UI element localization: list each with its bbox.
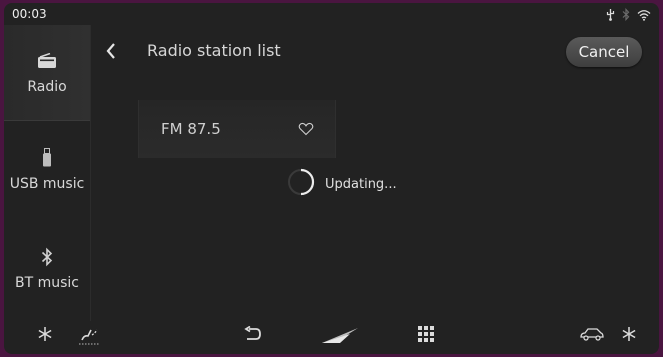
sidebar-item-label: USB music [9, 175, 85, 192]
station-name: FM 87.5 [161, 120, 221, 138]
updating-indicator: Updating... [286, 167, 397, 201]
sidebar-item-label: BT music [15, 274, 79, 291]
page-title: Radio station list [147, 41, 281, 60]
status-bar: 00:03 [4, 3, 659, 25]
updating-text: Updating... [325, 176, 397, 192]
back-icon[interactable] [244, 326, 262, 342]
usb-drive-icon [42, 147, 52, 168]
sidebar-item-label: Radio [27, 78, 67, 95]
sidebar-item-usb-music[interactable]: USB music [4, 122, 90, 217]
bluetooth-icon [622, 6, 630, 25]
radio-icon [36, 51, 58, 71]
heart-outline-icon[interactable] [298, 121, 314, 140]
cancel-button[interactable]: Cancel [566, 37, 642, 67]
snowflake-icon[interactable] [37, 326, 53, 342]
bottom-bar [4, 321, 659, 354]
chevron-left-icon [106, 43, 115, 59]
loading-spinner-icon [286, 167, 316, 201]
screen: 00:03 Radio USB music BT music Radio sta… [4, 3, 659, 354]
back-button[interactable] [100, 39, 122, 63]
clock: 00:03 [12, 7, 47, 21]
usb-icon [606, 6, 615, 25]
bluetooth-icon [41, 247, 53, 267]
wifi-icon [637, 6, 651, 25]
source-sidebar: Radio USB music BT music [4, 25, 91, 321]
sidebar-item-radio[interactable]: Radio [4, 25, 90, 121]
snowflake-icon[interactable] [621, 326, 637, 342]
sidebar-item-bt-music[interactable]: BT music [4, 221, 90, 316]
apps-grid-icon[interactable] [418, 326, 434, 342]
home-logo-icon[interactable] [320, 326, 360, 346]
seat-heat-icon[interactable] [76, 326, 102, 346]
station-list-item[interactable]: FM 87.5 [138, 100, 336, 158]
car-icon[interactable] [579, 326, 605, 342]
status-icons [606, 6, 651, 25]
